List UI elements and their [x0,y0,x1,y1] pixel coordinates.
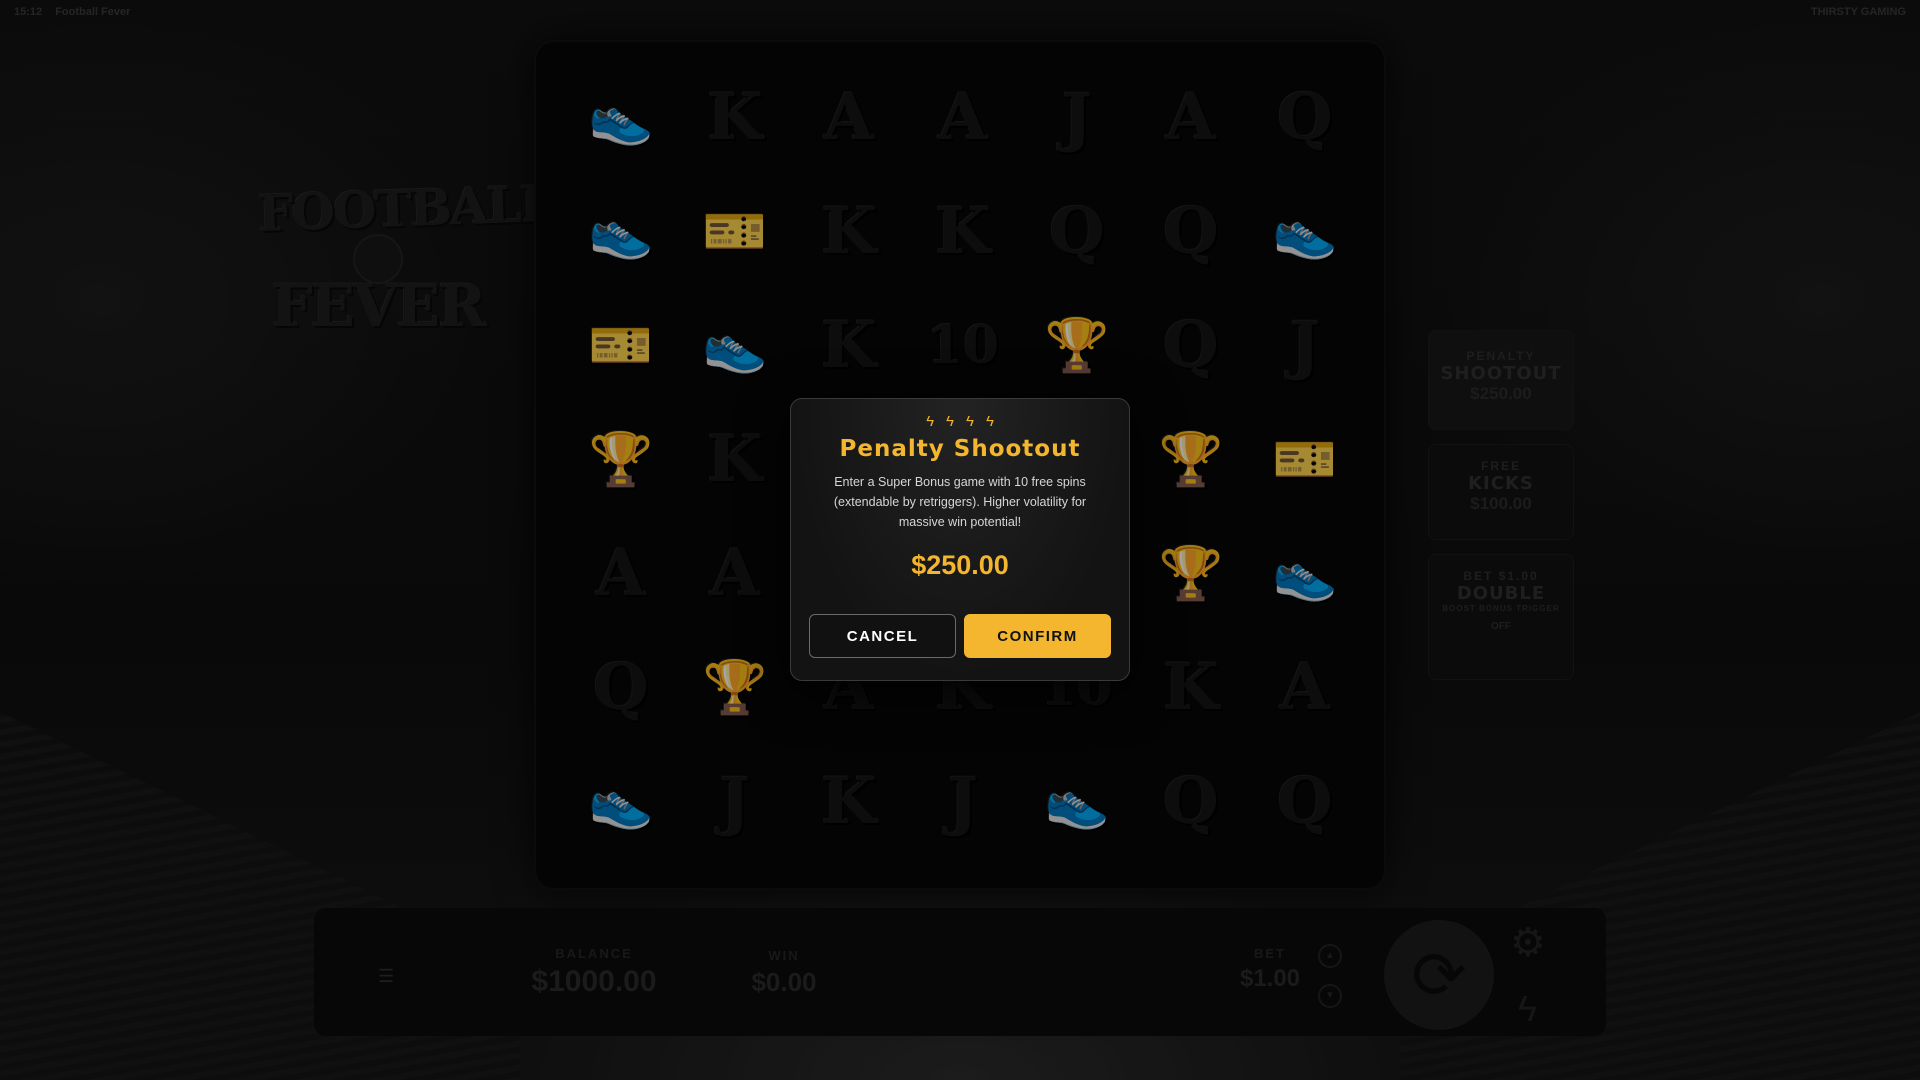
modal-description: Enter a Super Bonus game with 10 free sp… [833,475,1087,529]
confirm-button[interactable]: CONFIRM [964,614,1111,658]
penalty-shootout-modal: ϟ ϟ ϟ ϟ Penalty Shootout Enter a Super B… [790,398,1130,681]
cancel-button[interactable]: CANCEL [809,614,956,658]
lightning-bolts: ϟ ϟ ϟ ϟ [791,413,1129,430]
bolt-icon: ϟ [946,413,954,430]
bolt-icon: ϟ [985,413,994,430]
bolt-icon: ϟ [926,413,935,430]
modal-title: Penalty Shootout [839,436,1081,462]
modal-button-row: CANCEL CONFIRM [809,614,1111,658]
modal-price: $250.00 [911,550,1009,580]
bolt-icon: ϟ [966,413,974,430]
